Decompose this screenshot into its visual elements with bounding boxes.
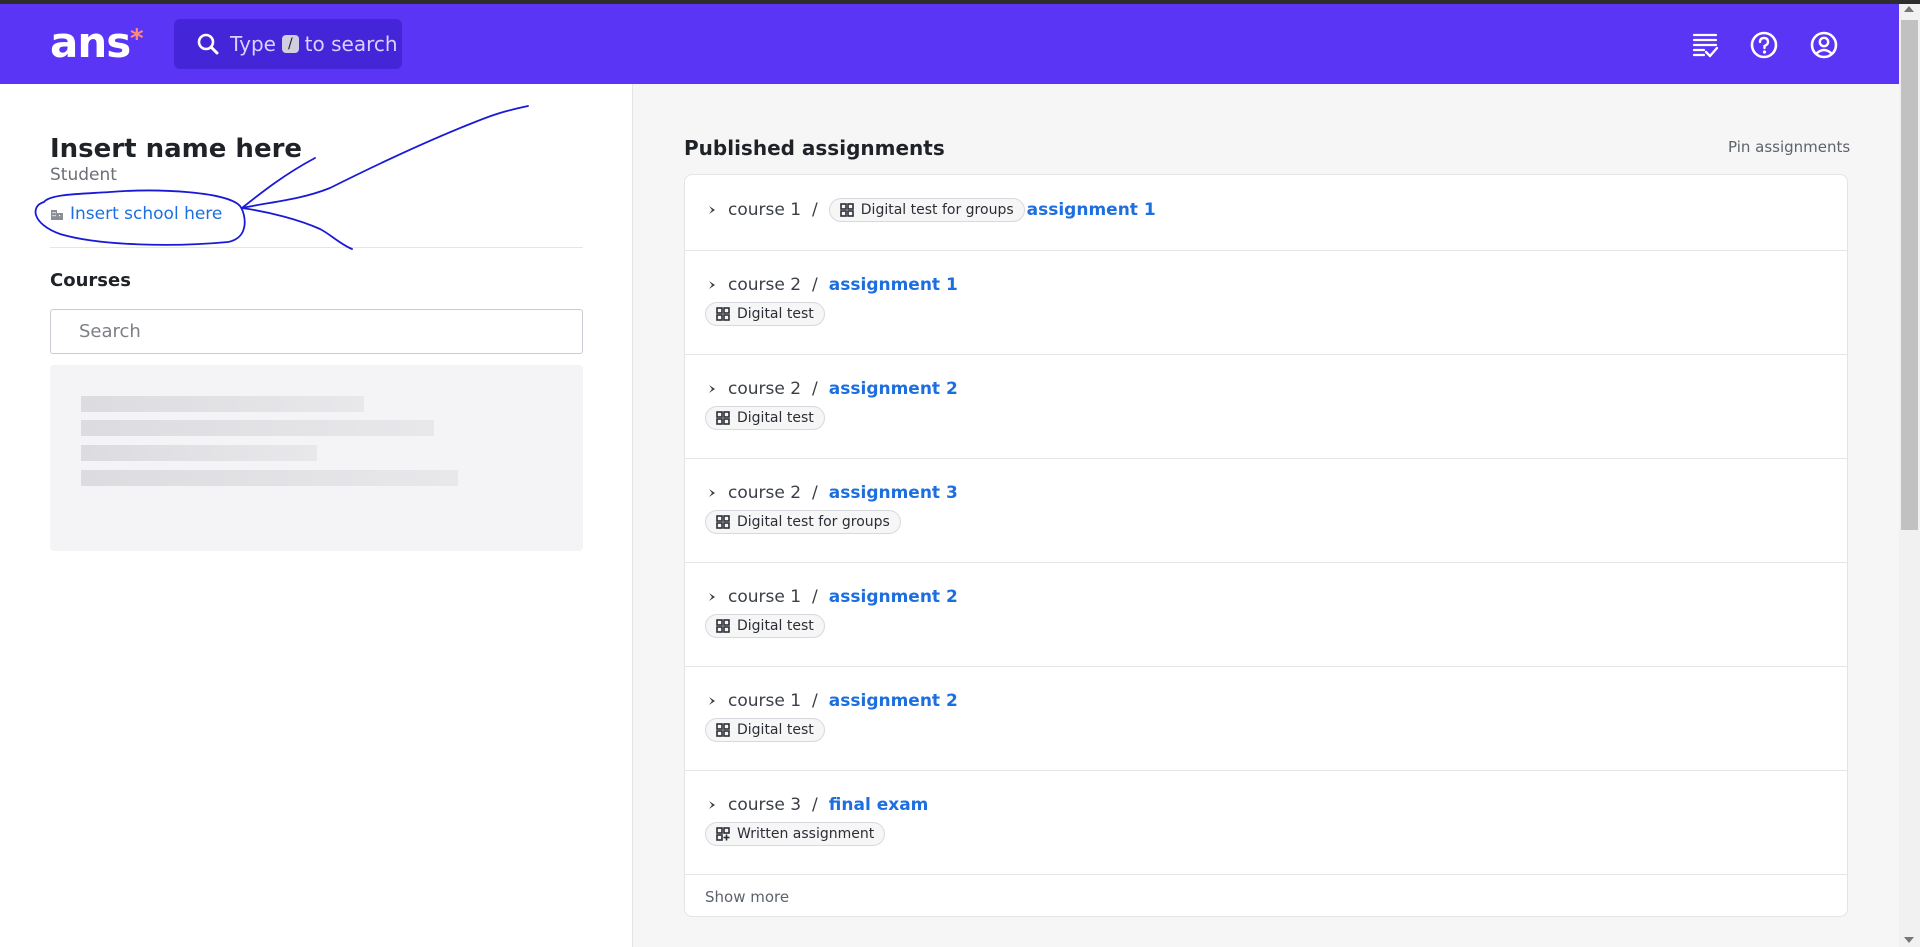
ans-logo[interactable]: ans bbox=[50, 18, 131, 67]
grid-test-icon bbox=[716, 619, 730, 633]
skeleton-line bbox=[81, 396, 364, 412]
show-more-link[interactable]: Show more bbox=[705, 888, 789, 906]
help-icon[interactable] bbox=[1749, 30, 1779, 60]
breadcrumb-separator: / bbox=[812, 691, 818, 711]
assignment-link[interactable]: assignment 1 bbox=[829, 275, 958, 295]
assignment-type-badge: Digital test bbox=[705, 614, 825, 638]
grid-test-icon bbox=[716, 411, 730, 425]
breadcrumb-separator: / bbox=[812, 200, 818, 220]
profile-role: Student bbox=[50, 165, 117, 185]
courses-heading: Courses bbox=[50, 270, 131, 291]
written-assignment-icon bbox=[716, 827, 730, 841]
assignment-row[interactable]: course 2 / assignment 3 Digital test for… bbox=[685, 459, 1847, 563]
search-hint-suffix: to search bbox=[304, 32, 398, 56]
skeleton-line bbox=[81, 470, 458, 486]
assignment-type-label: Digital test bbox=[737, 410, 814, 426]
assignment-type-badge: Written assignment bbox=[705, 822, 886, 846]
assignment-row[interactable]: course 1 / assignment 2 Digital test bbox=[685, 563, 1847, 667]
courses-loading-skeleton bbox=[50, 365, 583, 551]
course-link[interactable]: course 2 bbox=[728, 483, 801, 503]
skeleton-line bbox=[81, 420, 434, 436]
school-name: Insert school here bbox=[70, 204, 223, 224]
assignment-type-label: Written assignment bbox=[737, 826, 875, 842]
assignment-link[interactable]: final exam bbox=[829, 795, 929, 815]
assignment-type-badge: Digital test bbox=[705, 302, 825, 326]
top-navbar: ans * Type / to search bbox=[0, 4, 1899, 84]
building-icon bbox=[51, 209, 63, 220]
assignment-type-badge: Digital test bbox=[705, 406, 825, 430]
assignment-type-label: Digital test for groups bbox=[737, 514, 890, 530]
account-icon[interactable] bbox=[1809, 30, 1839, 60]
assignment-link[interactable]: assignment 2 bbox=[829, 587, 958, 607]
assignment-type-label: Digital test bbox=[737, 306, 814, 322]
assignment-link[interactable]: assignment 2 bbox=[829, 379, 958, 399]
assignment-type-badge: Digital test for groups bbox=[828, 198, 1025, 222]
breadcrumb-separator: / bbox=[812, 483, 818, 503]
grid-test-icon bbox=[716, 307, 730, 321]
course-chevron-icon bbox=[709, 489, 715, 497]
grid-test-icon bbox=[716, 515, 730, 529]
search-icon bbox=[197, 33, 219, 55]
course-chevron-icon bbox=[709, 206, 715, 214]
assignment-link[interactable]: assignment 1 bbox=[1027, 200, 1156, 220]
school-link[interactable]: Insert school here bbox=[50, 204, 222, 224]
course-link[interactable]: course 1 bbox=[728, 691, 801, 711]
grid-test-icon bbox=[716, 723, 730, 737]
page-scrollbar[interactable] bbox=[1899, 4, 1920, 947]
assignment-row[interactable]: course 2 / assignment 1 Digital test bbox=[685, 251, 1847, 355]
pin-assignments-link[interactable]: Pin assignments bbox=[1728, 138, 1850, 156]
courses-search-input[interactable] bbox=[50, 309, 583, 354]
scroll-up-arrow-icon[interactable] bbox=[1904, 6, 1914, 12]
search-hint-prefix: Type bbox=[230, 32, 276, 56]
scrollbar-thumb[interactable] bbox=[1901, 20, 1918, 530]
assignment-link[interactable]: assignment 2 bbox=[829, 691, 958, 711]
breadcrumb-separator: / bbox=[812, 795, 818, 815]
published-assignments-heading: Published assignments bbox=[684, 136, 945, 160]
assignments-list-card: course 1 / Digital test for groups assig… bbox=[684, 174, 1848, 917]
grid-test-icon bbox=[839, 203, 854, 217]
course-link[interactable]: course 2 bbox=[728, 275, 801, 295]
course-chevron-icon bbox=[709, 385, 715, 393]
course-link[interactable]: course 1 bbox=[728, 587, 801, 607]
assignment-row[interactable]: course 1 / Digital test for groups assig… bbox=[685, 175, 1847, 251]
breadcrumb-separator: / bbox=[812, 587, 818, 607]
course-link[interactable]: course 1 bbox=[728, 200, 801, 220]
course-chevron-icon bbox=[709, 593, 715, 601]
assignment-type-label: Digital test for groups bbox=[860, 202, 1014, 218]
scroll-down-arrow-icon[interactable] bbox=[1904, 937, 1914, 943]
profile-divider bbox=[50, 247, 583, 248]
assignment-link[interactable]: assignment 3 bbox=[829, 483, 958, 503]
breadcrumb-separator: / bbox=[812, 379, 818, 399]
assignment-row[interactable]: course 2 / assignment 2 Digital test bbox=[685, 355, 1847, 459]
assignment-row[interactable]: course 1 / assignment 2 Digital test bbox=[685, 667, 1847, 771]
assignment-type-label: Digital test bbox=[737, 618, 814, 634]
skeleton-line bbox=[81, 445, 317, 461]
course-chevron-icon bbox=[709, 697, 715, 705]
profile-name: Insert name here bbox=[50, 134, 303, 164]
course-chevron-icon bbox=[709, 281, 715, 289]
assignment-type-badge: Digital test for groups bbox=[705, 510, 901, 534]
assignment-row[interactable]: course 3 / final exam Written assignment bbox=[685, 771, 1847, 875]
logo-asterisk: * bbox=[130, 24, 144, 54]
assignment-type-badge: Digital test bbox=[705, 718, 825, 742]
breadcrumb-separator: / bbox=[812, 275, 818, 295]
search-shortcut-key: / bbox=[281, 35, 299, 53]
assignments-list-icon[interactable] bbox=[1690, 30, 1720, 60]
course-link[interactable]: course 2 bbox=[728, 379, 801, 399]
global-search-button[interactable]: Type / to search bbox=[174, 19, 402, 69]
course-chevron-icon bbox=[709, 801, 715, 809]
course-link[interactable]: course 3 bbox=[728, 795, 801, 815]
assignment-type-label: Digital test bbox=[737, 722, 814, 738]
profile-sidebar: Insert name here Student Insert school h… bbox=[0, 84, 633, 947]
published-assignments-panel: Published assignments Pin assignments co… bbox=[634, 84, 1899, 947]
